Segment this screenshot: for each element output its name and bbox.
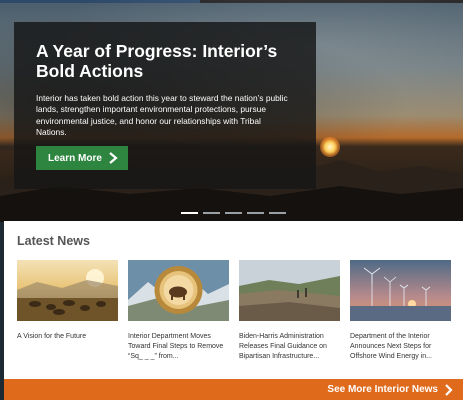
news-card[interactable]: Department of the Interior Announces Nex… <box>350 260 451 363</box>
news-card[interactable]: Biden-Harris Administration Releases Fin… <box>239 260 340 363</box>
mined-land-image <box>239 260 340 321</box>
hero-title: A Year of Progress: Interior’s Bold Acti… <box>36 41 278 81</box>
carousel-dot-4[interactable] <box>247 212 264 214</box>
carousel-dot-2[interactable] <box>203 212 220 214</box>
news-card-title: A Vision for the Future <box>17 333 87 340</box>
news-card-title: Department of the Interior Announces Nex… <box>350 333 432 361</box>
chevron-right-icon <box>109 152 118 164</box>
wind-turbines-image <box>350 260 451 321</box>
carousel-dot-1[interactable] <box>181 212 198 214</box>
news-card[interactable]: A Vision for the Future <box>17 260 118 342</box>
latest-news-panel: Latest News A Vision for the Future Inte… <box>4 221 463 400</box>
hero-feature-card: A Year of Progress: Interior’s Bold Acti… <box>14 22 316 189</box>
bison-herd-image <box>17 260 118 321</box>
hero-carousel: A Year of Progress: Interior’s Bold Acti… <box>0 0 463 222</box>
carousel-dot-3[interactable] <box>225 212 242 214</box>
carousel-indicators <box>181 212 286 214</box>
see-more-news-button[interactable]: See More Interior News <box>4 379 463 400</box>
latest-news-heading: Latest News <box>17 234 90 248</box>
chevron-right-icon <box>445 383 453 396</box>
carousel-dot-5[interactable] <box>269 212 286 214</box>
learn-more-button[interactable]: Learn More <box>36 146 128 170</box>
interior-seal-image <box>128 260 229 321</box>
news-card[interactable]: Interior Department Moves Toward Final S… <box>128 260 229 363</box>
see-more-label: See More Interior News <box>327 384 438 395</box>
learn-more-label: Learn More <box>48 152 102 164</box>
hero-description: Interior has taken bold action this year… <box>36 93 288 137</box>
news-card-title: Interior Department Moves Toward Final S… <box>128 333 224 361</box>
news-card-title: Biden-Harris Administration Releases Fin… <box>239 333 327 361</box>
